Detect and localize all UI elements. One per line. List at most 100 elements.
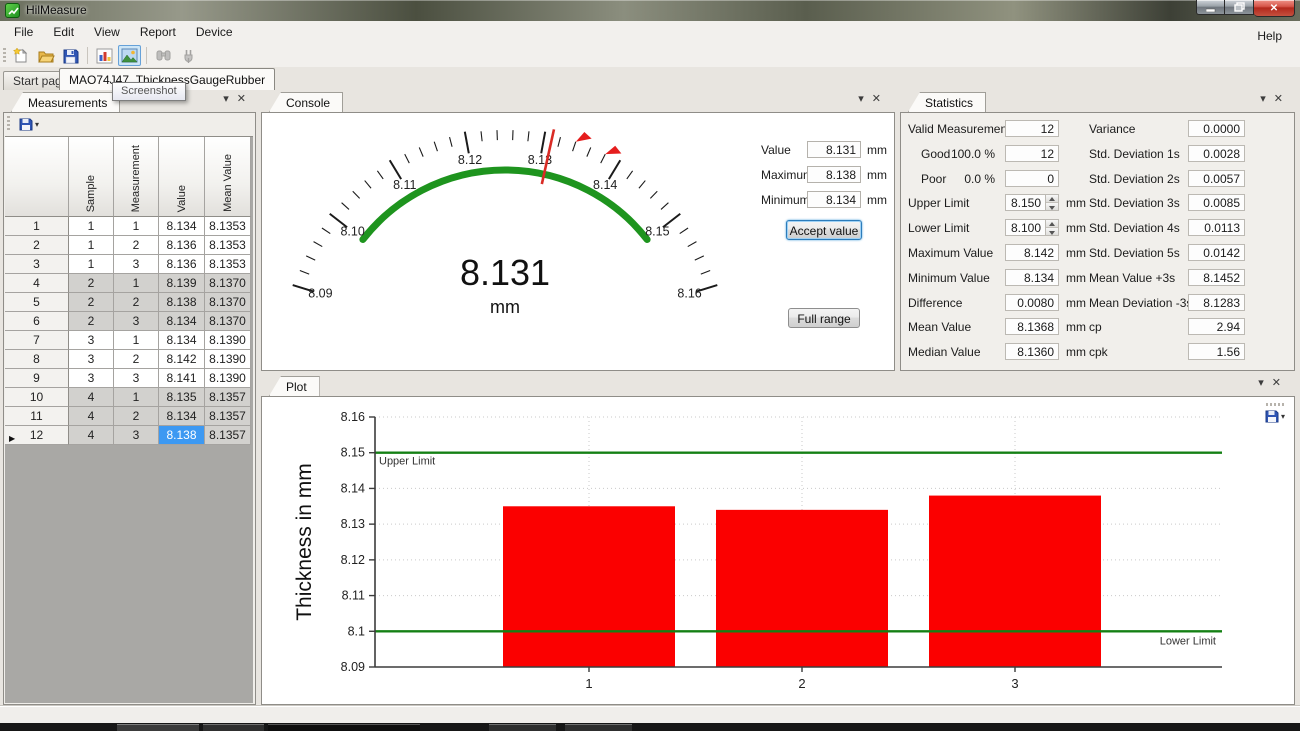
- cell-measurement[interactable]: 2: [114, 407, 159, 426]
- pin-menu-icon[interactable]: ▾: [858, 93, 864, 106]
- cell-value[interactable]: 8.138: [159, 293, 205, 312]
- minimum-field[interactable]: 8.134: [807, 191, 861, 208]
- row-header[interactable]: 1: [5, 217, 69, 236]
- cell-sample[interactable]: 3: [69, 350, 114, 369]
- menu-device[interactable]: Device: [186, 21, 243, 44]
- cell-mean[interactable]: 8.1370: [205, 312, 251, 331]
- stat-value-field[interactable]: 8.1452: [1188, 269, 1245, 286]
- cell-measurement[interactable]: 3: [114, 312, 159, 331]
- close-button[interactable]: ✕: [1254, 0, 1295, 17]
- cell-measurement[interactable]: 1: [114, 217, 159, 236]
- stat-value-field[interactable]: 0.0057: [1188, 170, 1245, 187]
- pin-menu-icon[interactable]: ▾: [223, 93, 229, 106]
- stat-value-field[interactable]: 1.56: [1188, 343, 1245, 360]
- cell-measurement[interactable]: 1: [114, 388, 159, 407]
- stat-value-field[interactable]: 8.1283: [1188, 294, 1245, 311]
- taskbar-button[interactable]: [117, 724, 199, 731]
- cell-measurement[interactable]: 3: [114, 255, 159, 274]
- row-header[interactable]: 11: [5, 407, 69, 426]
- row-header[interactable]: 2: [5, 236, 69, 255]
- cell-sample[interactable]: 3: [69, 369, 114, 388]
- cell-mean[interactable]: 8.1390: [205, 350, 251, 369]
- cell-measurement[interactable]: 3: [114, 369, 159, 388]
- stat-value-field[interactable]: 0.0085: [1188, 194, 1245, 211]
- cell-measurement[interactable]: 2: [114, 236, 159, 255]
- close-panel-icon[interactable]: ✕: [1274, 93, 1283, 106]
- close-panel-icon[interactable]: ✕: [237, 93, 246, 106]
- cell-sample[interactable]: 4: [69, 388, 114, 407]
- statistics-panel-tab[interactable]: Statistics: [908, 92, 986, 112]
- column-header-measurement[interactable]: Measurement: [114, 137, 159, 217]
- cell-measurement[interactable]: 3: [114, 426, 159, 445]
- column-header-mean-value[interactable]: Mean Value: [205, 137, 251, 217]
- pin-menu-icon[interactable]: ▾: [1258, 377, 1264, 390]
- export-save-button[interactable]: ▾: [16, 116, 42, 132]
- cell-sample[interactable]: 3: [69, 331, 114, 350]
- cell-value[interactable]: 8.136: [159, 236, 205, 255]
- cell-mean[interactable]: 8.1357: [205, 407, 251, 426]
- close-panel-icon[interactable]: ✕: [1272, 377, 1281, 390]
- menu-report[interactable]: Report: [130, 21, 186, 44]
- row-header[interactable]: 8: [5, 350, 69, 369]
- cell-value[interactable]: 8.142: [159, 350, 205, 369]
- cell-sample[interactable]: 1: [69, 217, 114, 236]
- cell-measurement[interactable]: 1: [114, 331, 159, 350]
- restore-button[interactable]: [1225, 0, 1254, 15]
- stat-value-field[interactable]: 0.0113: [1188, 219, 1245, 236]
- screenshot-icon[interactable]: [118, 45, 141, 66]
- column-header-sample[interactable]: Sample: [69, 137, 114, 217]
- cell-measurement[interactable]: 2: [114, 350, 159, 369]
- column-header-value[interactable]: Value: [159, 137, 205, 217]
- cell-value[interactable]: 8.138: [159, 426, 205, 445]
- cell-value[interactable]: 8.134: [159, 312, 205, 331]
- chart-icon[interactable]: [93, 45, 116, 66]
- cell-sample[interactable]: 4: [69, 407, 114, 426]
- cell-value[interactable]: 8.135: [159, 388, 205, 407]
- plot-panel-tab[interactable]: Plot: [269, 376, 320, 396]
- cell-mean[interactable]: 8.1390: [205, 331, 251, 350]
- taskbar-button[interactable]: [203, 724, 264, 731]
- console-panel-tab[interactable]: Console: [269, 92, 343, 112]
- cell-value[interactable]: 8.139: [159, 274, 205, 293]
- cell-mean[interactable]: 8.1353: [205, 255, 251, 274]
- measurements-panel-tab[interactable]: Measurements: [11, 92, 120, 112]
- cell-measurement[interactable]: 1: [114, 274, 159, 293]
- stat-value-field[interactable]: 0.0000: [1188, 120, 1245, 137]
- cell-value[interactable]: 8.134: [159, 331, 205, 350]
- save-icon[interactable]: [59, 45, 82, 66]
- row-header[interactable]: 4: [5, 274, 69, 293]
- cell-sample[interactable]: 2: [69, 293, 114, 312]
- open-folder-icon[interactable]: [34, 45, 57, 66]
- cell-sample[interactable]: 2: [69, 312, 114, 331]
- stat-value-field[interactable]: 2.94: [1188, 318, 1245, 335]
- menu-file[interactable]: File: [4, 21, 43, 44]
- cell-value[interactable]: 8.141: [159, 369, 205, 388]
- cell-mean[interactable]: 8.1357: [205, 388, 251, 407]
- minimize-button[interactable]: [1196, 0, 1225, 15]
- cell-mean[interactable]: 8.1390: [205, 369, 251, 388]
- stat-value-field[interactable]: 0.0028: [1188, 145, 1245, 162]
- maximum-field[interactable]: 8.138: [807, 166, 861, 183]
- grid-corner-header[interactable]: [5, 137, 69, 217]
- taskbar-button[interactable]: [489, 724, 556, 731]
- pin-menu-icon[interactable]: ▾: [1260, 93, 1266, 106]
- row-header[interactable]: 3: [5, 255, 69, 274]
- cell-mean[interactable]: 8.1353: [205, 217, 251, 236]
- cell-value[interactable]: 8.134: [159, 407, 205, 426]
- row-header[interactable]: 7: [5, 331, 69, 350]
- cell-sample[interactable]: 1: [69, 255, 114, 274]
- cell-mean[interactable]: 8.1353: [205, 236, 251, 255]
- cell-sample[interactable]: 1: [69, 236, 114, 255]
- menu-view[interactable]: View: [84, 21, 130, 44]
- cell-mean[interactable]: 8.1370: [205, 274, 251, 293]
- taskbar-button[interactable]: [268, 724, 420, 731]
- row-header[interactable]: 5: [5, 293, 69, 312]
- cell-sample[interactable]: 4: [69, 426, 114, 445]
- cell-measurement[interactable]: 2: [114, 293, 159, 312]
- cell-mean[interactable]: 8.1370: [205, 293, 251, 312]
- row-header[interactable]: 9: [5, 369, 69, 388]
- taskbar-button[interactable]: [565, 724, 632, 731]
- full-range-button[interactable]: Full range: [788, 308, 860, 328]
- row-header[interactable]: 10: [5, 388, 69, 407]
- stat-value-field[interactable]: 0.0142: [1188, 244, 1245, 261]
